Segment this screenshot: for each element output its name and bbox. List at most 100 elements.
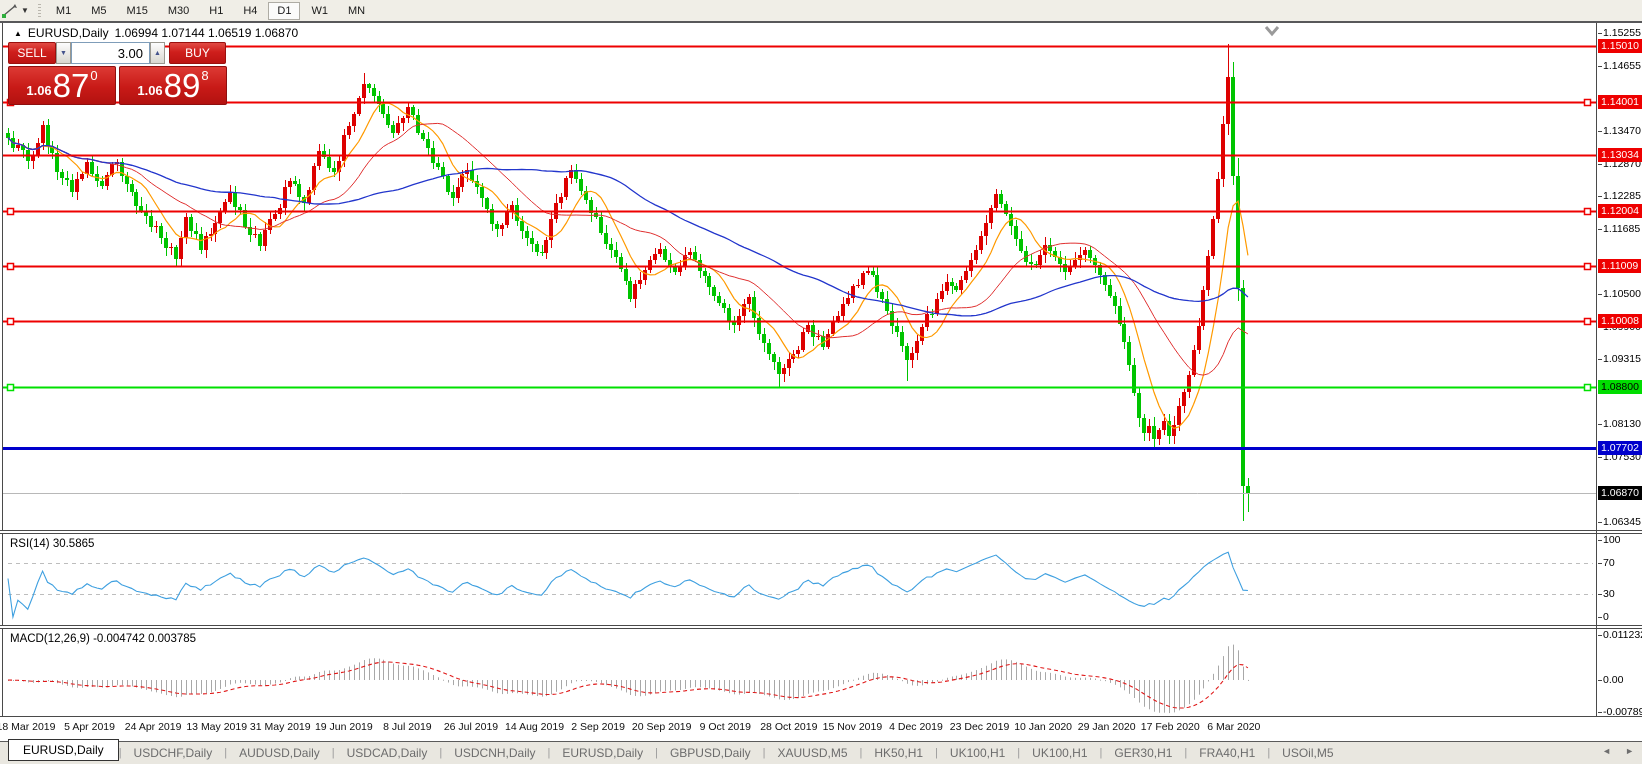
tab-usoil-m5[interactable]: USOil,M5 <box>1270 743 1345 763</box>
rsi-panel-canvas[interactable] <box>3 534 1596 625</box>
date-tick-label: 2 Sep 2019 <box>571 721 625 733</box>
date-tick-label: 14 Aug 2019 <box>505 721 564 733</box>
date-tick-label: 23 Dec 2019 <box>950 721 1010 733</box>
tab-ger30-h1[interactable]: GER30,H1 <box>1102 743 1184 763</box>
timeframe-button-M1[interactable]: M1 <box>47 2 80 20</box>
level-price-label: 1.08800 <box>1598 380 1642 394</box>
volume-increase-button[interactable]: ▲ <box>150 42 165 64</box>
price-tick-label: 1.09315 <box>1598 352 1641 366</box>
date-tick-label: 8 Jul 2019 <box>383 721 431 733</box>
date-tick-label: 15 Nov 2019 <box>823 721 883 733</box>
date-tick-label: 5 Apr 2019 <box>64 721 115 733</box>
level-price-label: 1.12004 <box>1598 204 1642 218</box>
level-price-label: 1.14001 <box>1598 95 1642 109</box>
tab-usdchf-daily[interactable]: USDCHF,Daily <box>122 743 225 763</box>
price-tick-label: 1.10500 <box>1598 287 1641 301</box>
rsi-tick-label: 70 <box>1598 556 1615 570</box>
date-tick-label: 29 Jan 2020 <box>1078 721 1136 733</box>
tab-eurusd-daily[interactable]: EURUSD,Daily <box>8 739 119 761</box>
price-axis[interactable]: 1.152551.146551.134701.128701.122851.116… <box>1598 0 1642 764</box>
tab-uk100-h1[interactable]: UK100,H1 <box>1020 743 1099 763</box>
macd-tick-label: -0.007894 <box>1598 705 1642 719</box>
rsi-tick-label: 30 <box>1598 587 1615 601</box>
level-price-label: 1.11009 <box>1598 259 1641 273</box>
date-tick-label: 31 May 2019 <box>250 721 311 733</box>
tab-eurusd-daily[interactable]: EURUSD,Daily <box>550 743 655 763</box>
time-axis[interactable]: 18 Mar 2019 5 Apr 2019 24 Apr 2019 13 May 2… <box>3 717 1596 741</box>
sell-price-big: 87 <box>53 71 90 101</box>
timeframe-button-H4[interactable]: H4 <box>234 2 266 20</box>
buy-price-button[interactable]: 1.06 89 8 <box>119 66 227 105</box>
dropdown-caret-icon[interactable]: ▼ <box>21 6 29 15</box>
level-price-label: 1.07702 <box>1598 441 1642 455</box>
tab-audusd-daily[interactable]: AUDUSD,Daily <box>227 743 332 763</box>
price-tick-label: 1.13470 <box>1598 124 1641 138</box>
price-tick-label: 1.08130 <box>1598 417 1641 431</box>
chart-tabs: EURUSD,Daily|USDCHF,Daily|AUDUSD,Daily|U… <box>0 743 1346 763</box>
trendline-tool-icon <box>2 4 18 18</box>
date-tick-label: 4 Dec 2019 <box>889 721 943 733</box>
timeframe-button-H1[interactable]: H1 <box>200 2 232 20</box>
date-tick-label: 13 May 2019 <box>186 721 247 733</box>
rsi-tick-label: 100 <box>1598 533 1621 547</box>
date-tick-label: 18 Mar 2019 <box>0 721 55 733</box>
chart-title: ▲ EURUSD,Daily 1.06994 1.07144 1.06519 1… <box>14 26 298 40</box>
timeframe-button-M30[interactable]: M30 <box>159 2 198 20</box>
date-tick-label: 24 Apr 2019 <box>125 721 182 733</box>
timeframe-button-M15[interactable]: M15 <box>117 2 156 20</box>
timeframe-button-D1[interactable]: D1 <box>268 2 300 20</box>
buy-button[interactable]: BUY <box>169 42 226 64</box>
date-tick-label: 20 Sep 2019 <box>632 721 692 733</box>
tab-fra40-h1[interactable]: FRA40,H1 <box>1187 743 1267 763</box>
tab-uk100-h1[interactable]: UK100,H1 <box>938 743 1017 763</box>
current-price-label: 1.06870 <box>1598 486 1642 500</box>
tab-gbpusd-daily[interactable]: GBPUSD,Daily <box>658 743 763 763</box>
toolbar-grip[interactable] <box>38 4 41 18</box>
panel-splitter-macd[interactable] <box>0 625 1642 629</box>
date-tick-label: 17 Feb 2020 <box>1141 721 1200 733</box>
macd-tick-label: 0.011232 <box>1598 628 1642 642</box>
sell-button[interactable]: SELL <box>8 42 56 64</box>
main-chart-canvas[interactable] <box>3 23 1596 530</box>
tab-usdcnh-daily[interactable]: USDCNH,Daily <box>442 743 547 763</box>
tab-hk50-h1[interactable]: HK50,H1 <box>862 743 935 763</box>
chart-tab-bar: EURUSD,Daily|USDCHF,Daily|AUDUSD,Daily|U… <box>0 741 1642 764</box>
timeframe-button-MN[interactable]: MN <box>339 2 374 20</box>
price-axis-border <box>1596 23 1597 716</box>
tab-xauusd-m5[interactable]: XAUUSD,M5 <box>765 743 859 763</box>
toolbar: ▼ M1M5M15M30H1H4D1W1MN <box>0 0 1642 21</box>
date-tick-label: 26 Jul 2019 <box>444 721 498 733</box>
macd-panel-canvas[interactable] <box>3 629 1596 716</box>
tab-usdcad-daily[interactable]: USDCAD,Daily <box>335 743 440 763</box>
price-tick-label: 1.11685 <box>1598 222 1640 236</box>
volume-decrease-button[interactable]: ▼ <box>56 42 71 64</box>
draw-tool-button[interactable]: ▼ <box>0 0 33 21</box>
volume-input[interactable] <box>71 42 150 64</box>
one-click-panel-toggle-icon[interactable]: ▲ <box>14 29 22 38</box>
price-tick-label: 1.14655 <box>1598 59 1641 73</box>
level-price-label: 1.15010 <box>1598 39 1642 53</box>
panel-splitter-rsi[interactable] <box>0 530 1642 534</box>
buy-price-prefix: 1.06 <box>137 83 162 98</box>
date-tick-label: 9 Oct 2019 <box>700 721 751 733</box>
one-click-trade-panel: SELL ▼ ▲ BUY 1.06 87 0 1.06 89 8 <box>8 42 228 105</box>
tab-scroll-left-icon[interactable]: ◄ <box>1602 746 1611 756</box>
date-tick-label: 28 Oct 2019 <box>760 721 817 733</box>
tab-scroll-right-icon[interactable]: ► <box>1625 746 1634 756</box>
sell-price-button[interactable]: 1.06 87 0 <box>8 66 116 105</box>
date-tick-label: 19 Jun 2019 <box>315 721 373 733</box>
level-price-label: 1.10008 <box>1598 314 1642 328</box>
sell-price-pip: 0 <box>90 68 97 83</box>
chart-symbol-label: EURUSD,Daily <box>28 26 109 40</box>
level-price-label: 1.13034 <box>1598 148 1642 162</box>
buy-price-pip: 8 <box>201 68 208 83</box>
buy-price-big: 89 <box>164 71 201 101</box>
date-tick-label: 10 Jan 2020 <box>1014 721 1072 733</box>
macd-tick-label: 0.00 <box>1598 673 1623 687</box>
chart-ohlc-values: 1.06994 1.07144 1.06519 1.06870 <box>115 26 299 40</box>
rsi-tick-label: 0 <box>1598 610 1609 624</box>
date-tick-label: 6 Mar 2020 <box>1207 721 1260 733</box>
timeframe-buttons: M1M5M15M30H1H4D1W1MN <box>46 0 375 21</box>
timeframe-button-M5[interactable]: M5 <box>82 2 115 20</box>
timeframe-button-W1[interactable]: W1 <box>302 2 337 20</box>
